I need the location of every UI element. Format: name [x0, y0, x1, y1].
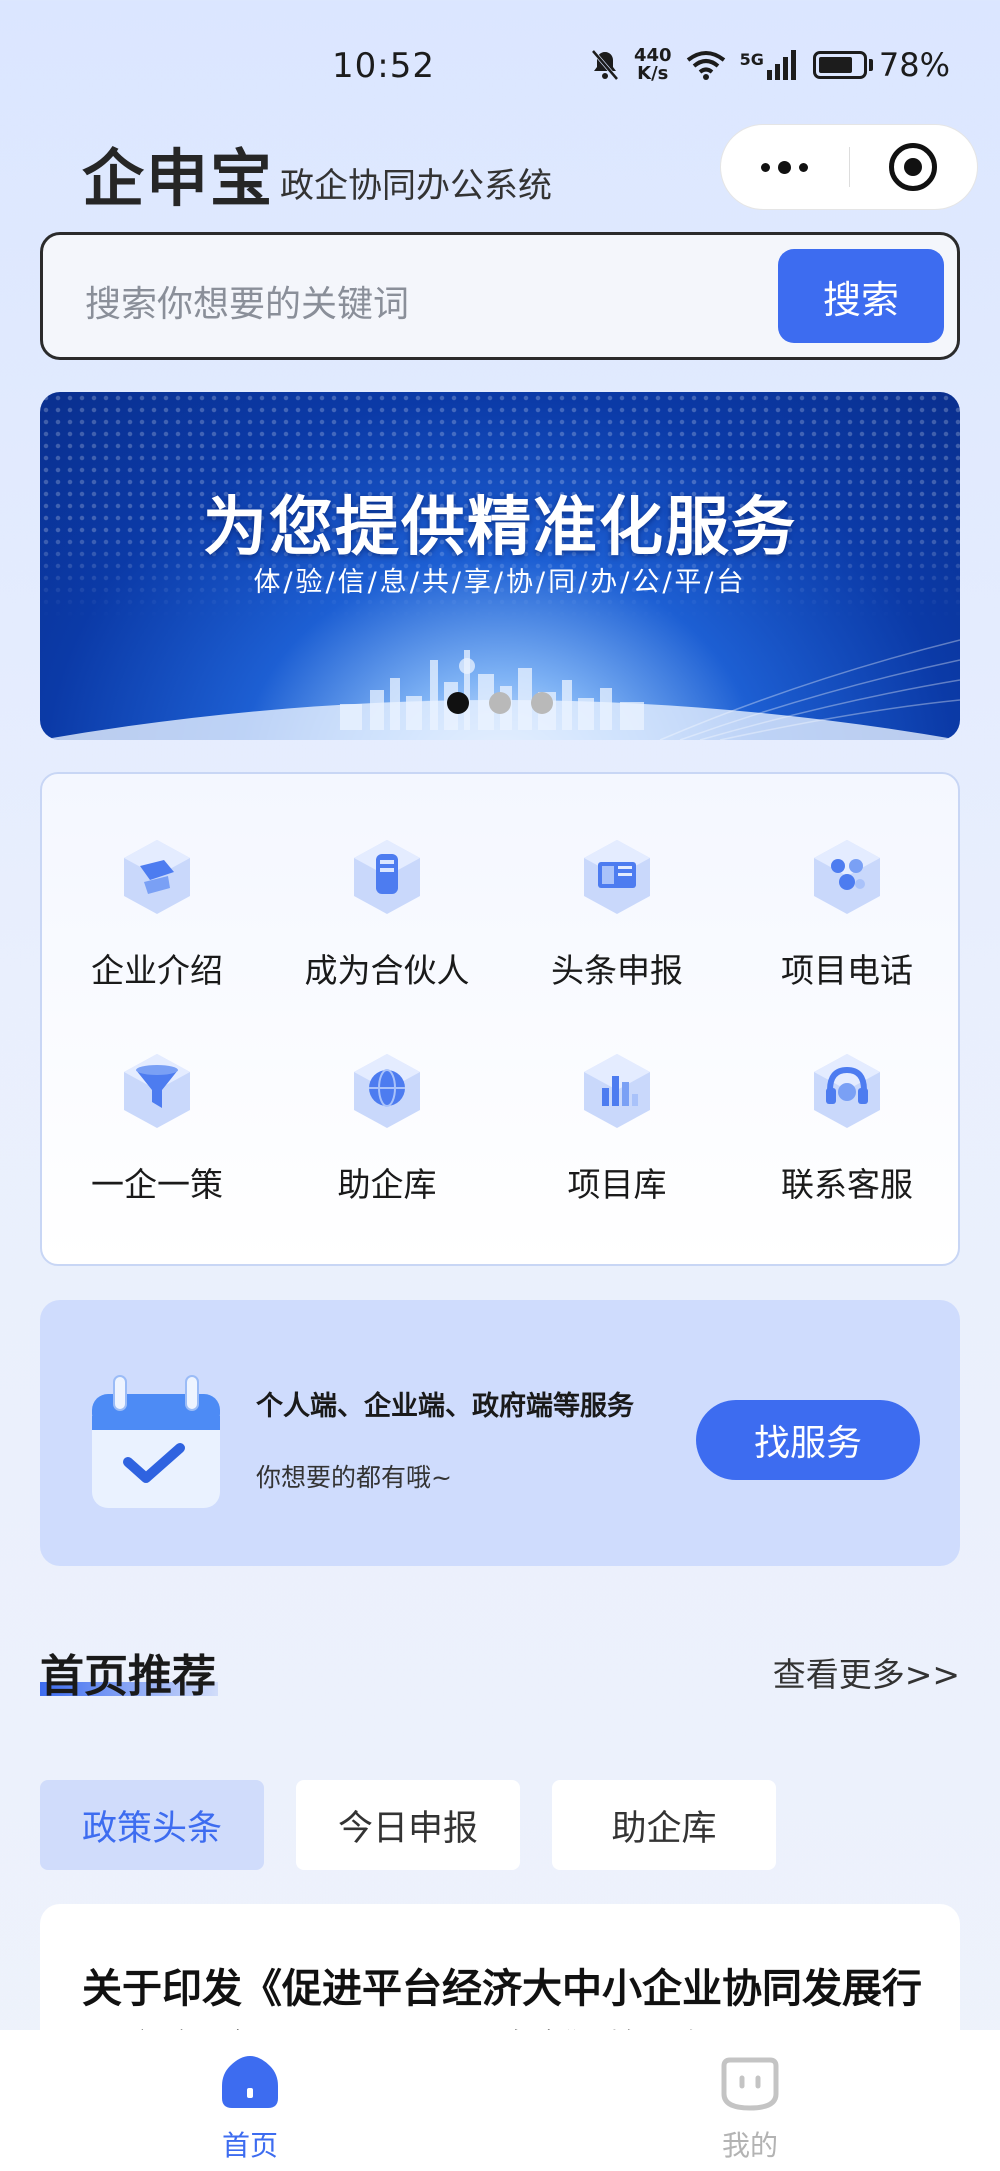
mini-program-capsule [720, 124, 978, 210]
grid-item-policy[interactable]: 一企一策 [42, 1050, 272, 1206]
profile-icon [721, 2057, 779, 2111]
grid-item-customer-service[interactable]: 联系客服 [732, 1050, 962, 1206]
tab-today-declare[interactable]: 今日申报 [296, 1780, 520, 1870]
status-time: 10:52 [332, 46, 435, 86]
feature-grid: 企业介绍 成为合伙人 头条申报 项目电话 一企一策 助企库 项目库 联系客服 [40, 772, 960, 1266]
grid-label: 助企库 [337, 1165, 437, 1204]
project-library-icon [584, 1054, 650, 1128]
company-intro-icon [124, 840, 190, 914]
battery-percent: 78% [878, 46, 950, 84]
signal-icon [766, 50, 796, 80]
service-subtitle: 你想要的都有哦~ [256, 1463, 452, 1492]
app-subtitle: 政企协同办公系统 [280, 166, 552, 206]
view-more-link[interactable]: 查看更多>> [773, 1648, 960, 1696]
banner-carousel[interactable]: 为您提供精准化服务 体/验/信/息/共/享/协/同/办/公/平/台 [40, 392, 960, 740]
battery-icon [812, 51, 873, 79]
tab-enterprise-library[interactable]: 助企库 [552, 1780, 776, 1870]
city-skyline-image [40, 639, 960, 740]
enterprise-library-icon [354, 1054, 420, 1128]
partner-icon [354, 840, 420, 914]
nav-label: 我的 [721, 2129, 778, 2162]
search-button[interactable]: 搜索 [778, 249, 944, 343]
grid-item-project-phone[interactable]: 项目电话 [732, 836, 962, 992]
grid-label: 项目电话 [781, 951, 913, 990]
carousel-dot[interactable] [489, 692, 511, 714]
policy-funnel-icon [124, 1054, 190, 1128]
nav-item-profile[interactable]: 我的 [670, 2052, 830, 2164]
grid-label: 项目库 [567, 1165, 667, 1204]
carousel-dot[interactable] [531, 692, 553, 714]
section-title: 首页推荐 [40, 1651, 216, 1702]
target-icon[interactable] [850, 143, 978, 191]
grid-item-partner[interactable]: 成为合伙人 [272, 836, 502, 992]
app-brand: 企申宝 [82, 142, 275, 215]
net-speed-unit: K/s [637, 63, 669, 84]
mute-bell-icon [591, 49, 619, 81]
home-icon [222, 2056, 278, 2108]
service-title: 个人端、企业端、政府端等服务 [256, 1391, 634, 1422]
nav-item-home[interactable]: 首页 [170, 2052, 330, 2164]
grid-label: 头条申报 [551, 951, 683, 990]
tab-policy-headlines[interactable]: 政策头条 [40, 1780, 264, 1870]
banner-subtitle: 体/验/信/息/共/享/协/同/办/公/平/台 [253, 567, 747, 598]
grid-item-enterprise-library[interactable]: 助企库 [272, 1050, 502, 1206]
grid-label: 联系客服 [781, 1165, 913, 1204]
search-input[interactable]: 搜索你想要的关键词 [85, 275, 409, 327]
net-speed: 440 K/s [634, 47, 672, 83]
headline-declare-icon [584, 840, 650, 914]
status-bar: 10:52 440 K/s 5G 78% [0, 0, 1000, 120]
grid-label: 成为合伙人 [304, 951, 470, 990]
find-service-button[interactable]: 找服务 [696, 1400, 920, 1480]
banner-title: 为您提供精准化服务 [203, 491, 797, 565]
search-bar: 搜索你想要的关键词 搜索 [40, 232, 960, 360]
bottom-nav: 首页 我的 [0, 2030, 1000, 2171]
more-dots-icon[interactable] [721, 160, 849, 174]
calendar-check-icon [92, 1375, 220, 1508]
wifi-icon [686, 51, 725, 80]
signal-label: 5G [739, 50, 764, 69]
carousel-dot[interactable] [447, 692, 469, 714]
project-phone-icon [814, 840, 880, 914]
nav-label: 首页 [221, 2129, 278, 2162]
service-card: 个人端、企业端、政府端等服务 你想要的都有哦~ 找服务 [40, 1300, 960, 1566]
grid-item-project-library[interactable]: 项目库 [502, 1050, 732, 1206]
customer-service-icon [814, 1054, 880, 1128]
grid-item-company-intro[interactable]: 企业介绍 [42, 836, 272, 992]
status-icons: 440 K/s 5G 78% [590, 46, 950, 84]
grid-label: 企业介绍 [91, 951, 223, 990]
carousel-indicator [40, 692, 960, 714]
grid-item-headline-declare[interactable]: 头条申报 [502, 836, 732, 992]
grid-label: 一企一策 [91, 1165, 223, 1204]
